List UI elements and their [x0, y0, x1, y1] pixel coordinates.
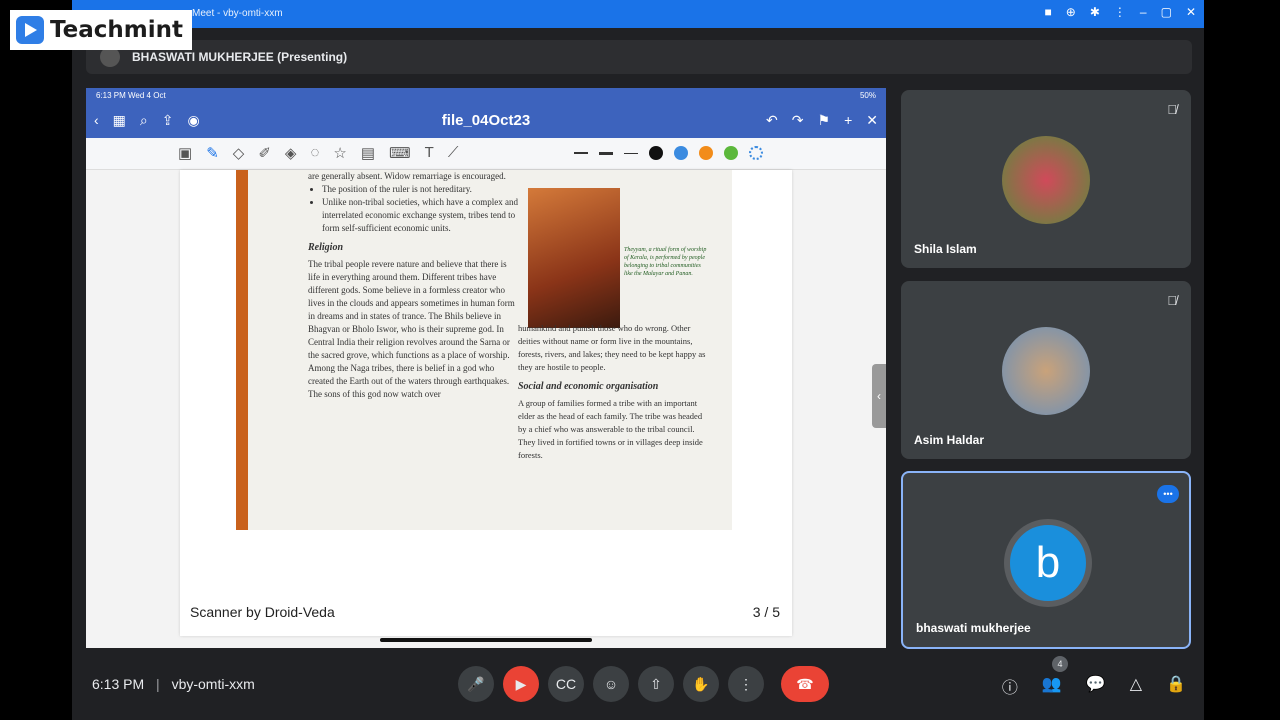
lasso-tool-icon[interactable]: ◌: [310, 144, 319, 162]
host-controls-icon[interactable]: 🔒: [1166, 674, 1186, 698]
scanner-label: Scanner by Droid-Veda: [190, 604, 335, 620]
stroke-thick[interactable]: [624, 152, 638, 154]
presenter-bar: BHASWATI MUKHERJEE (Presenting): [86, 40, 1192, 74]
minimize-icon[interactable]: –: [1140, 5, 1147, 19]
presenter-avatar: [100, 47, 120, 67]
bookmark-icon[interactable]: ⚑: [818, 112, 831, 129]
captions-button[interactable]: CC: [548, 666, 584, 702]
ipad-home-indicator: [380, 638, 592, 642]
presenter-name: BHASWATI MUKHERJEE (Presenting): [132, 50, 348, 64]
close-doc-icon[interactable]: ✕: [866, 112, 878, 129]
people-icon[interactable]: 👥: [1042, 674, 1062, 698]
extension-icon[interactable]: ✱: [1090, 5, 1100, 19]
right-column: humankind and punish those who do wrong.…: [518, 322, 710, 462]
redo-icon[interactable]: ↷: [792, 112, 804, 129]
page-indicator: 3 / 5: [752, 604, 780, 620]
laser-tool-icon[interactable]: ⟋: [448, 144, 459, 162]
window-title: Meet - vby-omti-xxm: [192, 8, 283, 19]
photo-tool-icon[interactable]: ▤: [361, 144, 375, 162]
ipad-status-bar: 6:13 PM Wed 4 Oct 50%: [86, 88, 886, 104]
teachmint-logo: Teachmint: [10, 10, 192, 50]
end-call-button[interactable]: ☎: [781, 666, 829, 702]
image-tool-icon[interactable]: ▣: [178, 144, 192, 162]
ipad-battery: 50%: [859, 91, 876, 100]
color-picker-icon[interactable]: [749, 146, 763, 160]
pen-tool-icon[interactable]: ✎: [206, 144, 219, 162]
theyyam-image: [528, 188, 620, 328]
meeting-code: vby-omti-xxm: [171, 676, 255, 692]
stroke-thin[interactable]: [574, 152, 588, 154]
current-time: 6:13 PM: [92, 676, 145, 692]
close-icon[interactable]: ✕: [1186, 5, 1196, 19]
speaking-indicator-icon: •••: [1157, 485, 1179, 503]
avatar: b: [1004, 519, 1092, 607]
bullet-item: The position of the ruler is not heredit…: [322, 183, 518, 196]
religion-heading: Religion: [308, 242, 344, 253]
ipad-time: 6:13 PM Wed 4 Oct: [96, 91, 166, 100]
document-page: are generally absent. Widow remarriage i…: [180, 170, 792, 636]
text-line: are generally absent. Widow remarriage i…: [308, 171, 506, 181]
participant-name: Shila Islam: [914, 242, 977, 256]
ipad-navbar: ‹ ▦ ⌕ ⇪ ◉ file_04Oct23 ↶ ↷ ⚑ + ✕: [86, 104, 886, 138]
shapes-tool-icon[interactable]: ◈: [285, 144, 297, 162]
color-swatch-green[interactable]: [724, 146, 738, 160]
religion-text: The tribal people revere nature and beli…: [308, 259, 515, 360]
restore-icon[interactable]: ▢: [1161, 5, 1172, 19]
more-options-button[interactable]: ⋮: [728, 666, 764, 702]
shared-screen: 6:13 PM Wed 4 Oct 50% ‹ ▦ ⌕ ⇪ ◉ file_04O…: [86, 88, 886, 648]
highlighter-tool-icon[interactable]: ✐: [258, 144, 271, 162]
image-caption: Theyyam, a ritual form of worship of Ker…: [624, 247, 707, 277]
side-panel-tab[interactable]: ‹: [872, 364, 886, 428]
eraser-tool-icon[interactable]: ◇: [233, 144, 245, 162]
document-viewer[interactable]: are generally absent. Widow remarriage i…: [86, 170, 886, 648]
avatar: [1002, 327, 1090, 415]
zoom-icon[interactable]: ⊕: [1066, 5, 1076, 19]
text-tool-icon[interactable]: T: [425, 144, 434, 162]
left-column: are generally absent. Widow remarriage i…: [308, 170, 518, 401]
raise-hand-button[interactable]: ✋: [683, 666, 719, 702]
bullet-item: Unlike non-tribal societies, which have …: [322, 196, 518, 235]
chat-icon[interactable]: 💬: [1086, 674, 1106, 698]
annotation-toolbar: ▣ ✎ ◇ ✐ ◈ ◌ ☆ ▤ ⌨ T ⟋: [86, 138, 886, 170]
camera-off-button[interactable]: ▶: [503, 666, 539, 702]
meeting-controls: 6:13 PM | vby-omti-xxm 🎤 ▶ CC ☺ ⇧ ✋ ⋮ ☎ …: [72, 652, 1204, 720]
add-page-icon[interactable]: +: [844, 112, 852, 129]
people-count-badge: 4: [1052, 656, 1068, 672]
microphone-button[interactable]: 🎤: [458, 666, 494, 702]
participant-name: bhaswati mukherjee: [916, 621, 1031, 635]
deities-text: humankind and punish those who do wrong.…: [518, 323, 706, 372]
participant-name: Asim Haldar: [914, 433, 985, 447]
reactions-button[interactable]: ☺: [593, 666, 629, 702]
keyboard-tool-icon[interactable]: ⌨: [389, 144, 411, 162]
color-swatch-black[interactable]: [649, 146, 663, 160]
meet-window: Meet - vby-omti-xxm ■ ⊕ ✱ ⋮ – ▢ ✕ BHASWA…: [72, 0, 1204, 720]
participant-tile-active[interactable]: ••• b bhaswati mukherjee: [901, 471, 1191, 649]
activities-icon[interactable]: △: [1130, 674, 1142, 698]
browser-titlebar: Meet - vby-omti-xxm ■ ⊕ ✱ ⋮ – ▢ ✕: [72, 0, 1204, 28]
stroke-medium[interactable]: [599, 151, 613, 155]
color-swatch-blue[interactable]: [674, 146, 688, 160]
undo-icon[interactable]: ↶: [766, 112, 778, 129]
participant-tile[interactable]: 🎙̸ Shila Islam: [901, 90, 1191, 268]
more-icon[interactable]: ⋮: [1114, 5, 1126, 19]
camera-icon[interactable]: ■: [1045, 5, 1052, 19]
participant-tile[interactable]: 🎙̸ Asim Haldar: [901, 281, 1191, 459]
color-swatch-orange[interactable]: [699, 146, 713, 160]
teachmint-logo-icon: [16, 16, 44, 44]
social-heading: Social and economic organisation: [518, 381, 659, 392]
logo-text: Teachmint: [50, 17, 183, 43]
sticker-tool-icon[interactable]: ☆: [333, 144, 346, 162]
meeting-info: 6:13 PM | vby-omti-xxm: [92, 676, 255, 692]
mic-off-icon: 🎙̸: [1167, 102, 1177, 117]
present-button[interactable]: ⇧: [638, 666, 674, 702]
info-icon[interactable]: ⓘ: [1002, 674, 1018, 698]
naga-text: Among the Naga tribes, there is belief i…: [308, 363, 510, 399]
mic-off-icon: 🎙̸: [1167, 293, 1177, 308]
avatar: [1002, 136, 1090, 224]
textbook-photo: are generally absent. Widow remarriage i…: [236, 170, 732, 530]
social-text: A group of families formed a tribe with …: [518, 398, 703, 460]
